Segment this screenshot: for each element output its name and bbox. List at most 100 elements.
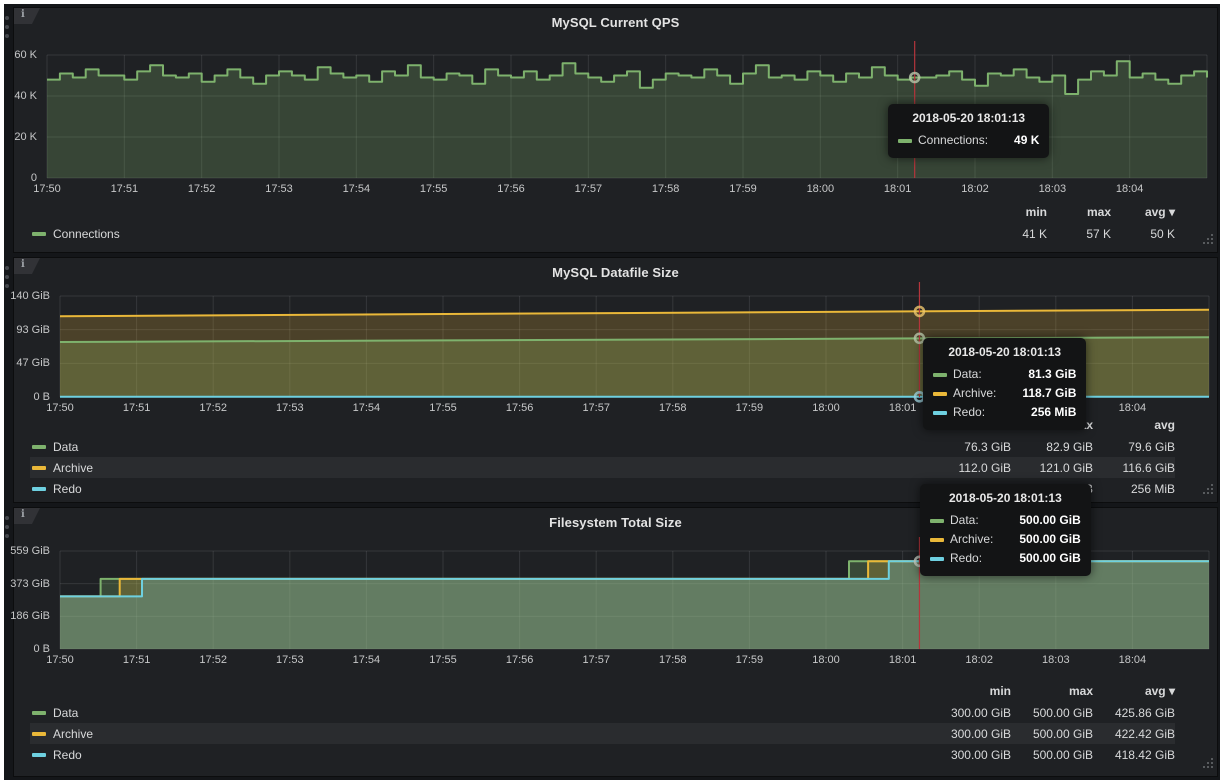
legend-max-value: 500.00 GiB xyxy=(1011,748,1093,762)
legend-row: Connections41 K57 K50 K xyxy=(30,223,1175,244)
series-color-dash-icon xyxy=(933,392,947,396)
tooltip-series-value: 256 MiB xyxy=(1031,403,1076,422)
series-color-dash-icon xyxy=(32,711,46,715)
legend-row: Data300.00 GiB500.00 GiB425.86 GiB xyxy=(30,702,1175,723)
legend-sort-header[interactable]: min xyxy=(983,205,1047,219)
x-tick-label: 17:51 xyxy=(111,183,139,195)
legend: minmaxavg ▾Data300.00 GiB500.00 GiB425.8… xyxy=(30,684,1175,765)
x-tick-label: 17:55 xyxy=(420,183,448,195)
x-tick-label: 17:52 xyxy=(188,183,216,195)
legend-avg-value: 79.6 GiB xyxy=(1093,440,1175,454)
x-tick-label: 17:56 xyxy=(506,402,534,414)
x-tick-label: 17:53 xyxy=(276,654,304,666)
series-color-dash-icon xyxy=(933,411,947,415)
legend-row: Data76.3 GiB82.9 GiB79.6 GiB xyxy=(30,436,1175,457)
x-tick-label: 18:00 xyxy=(812,654,840,666)
x-tick-label: 18:02 xyxy=(965,654,993,666)
y-tick-label: 559 GiB xyxy=(9,545,50,557)
series-color-dash-icon xyxy=(32,445,46,449)
x-tick-label: 18:03 xyxy=(1042,654,1070,666)
x-tick-label: 18:00 xyxy=(812,402,840,414)
y-tick-label: 20 K xyxy=(9,131,37,143)
panel-title[interactable]: MySQL Datafile Size xyxy=(14,265,1217,280)
legend-sort-header[interactable]: avg ▾ xyxy=(1111,205,1175,219)
legend-avg-value: 116.6 GiB xyxy=(1093,461,1175,475)
legend-sort-header[interactable]: max xyxy=(1047,205,1111,219)
y-tick-label: 0 B xyxy=(9,643,50,655)
x-tick-label: 17:57 xyxy=(582,402,610,414)
tooltip-series-value: 81.3 GiB xyxy=(1028,365,1076,384)
x-tick-label: 17:50 xyxy=(46,654,74,666)
tooltip-series-row: Redo: 256 MiB xyxy=(933,403,1076,422)
legend-series-toggle[interactable]: Archive xyxy=(32,727,93,741)
legend-min-value: 41 K xyxy=(983,227,1047,241)
resize-handle-icon[interactable] xyxy=(1202,756,1214,774)
tooltip-timestamp: 2018-05-20 18:01:13 xyxy=(933,345,1076,365)
grafana-dashboard: i MySQL Current QPS 60 K40 K20 K0 17:501… xyxy=(4,4,1220,780)
legend-avg-value: 422.42 GiB xyxy=(1093,727,1175,741)
tooltip-series-name: Data: xyxy=(950,511,979,530)
tooltip-series-value: 49 K xyxy=(1014,131,1039,150)
x-tick-label: 17:58 xyxy=(659,402,687,414)
legend-max-value: 82.9 GiB xyxy=(1011,440,1093,454)
series-color-dash-icon xyxy=(32,753,46,757)
legend-sort-header[interactable]: min xyxy=(929,684,1011,698)
x-tick-label: 17:55 xyxy=(429,402,457,414)
tooltip-series-value: 500.00 GiB xyxy=(1019,511,1080,530)
x-tick-label: 17:50 xyxy=(33,183,61,195)
legend-max-value: 500.00 GiB xyxy=(1011,727,1093,741)
legend-sort-header[interactable]: avg ▾ xyxy=(1093,684,1175,698)
row-drag-handle[interactable] xyxy=(5,516,9,546)
legend-series-toggle[interactable]: Data xyxy=(32,706,78,720)
resize-handle-icon[interactable] xyxy=(1202,482,1214,500)
x-tick-label: 17:57 xyxy=(582,654,610,666)
legend-avg-value: 256 MiB xyxy=(1093,482,1175,496)
legend-max-value: 500.00 GiB xyxy=(1011,706,1093,720)
tooltip-series-value: 500.00 GiB xyxy=(1019,549,1080,568)
row-drag-handle[interactable] xyxy=(5,16,9,46)
resize-handle-icon[interactable] xyxy=(1202,232,1214,250)
series-color-dash-icon xyxy=(32,232,46,236)
x-tick-label: 17:51 xyxy=(123,654,151,666)
legend-avg-value: 425.86 GiB xyxy=(1093,706,1175,720)
x-tick-label: 17:51 xyxy=(123,402,151,414)
legend-sort-header[interactable]: avg xyxy=(1093,418,1175,432)
panel-title[interactable]: MySQL Current QPS xyxy=(14,15,1217,30)
tooltip-series-row: Redo:500.00 GiB xyxy=(930,549,1081,568)
series-color-dash-icon xyxy=(930,519,944,523)
x-tick-label: 18:02 xyxy=(961,183,989,195)
x-axis-labels: 17:5017:5117:5217:5317:5417:5517:5617:57… xyxy=(60,654,1209,668)
x-tick-label: 17:59 xyxy=(736,402,764,414)
x-tick-label: 18:01 xyxy=(889,402,917,414)
legend-series-toggle[interactable]: Redo xyxy=(32,748,82,762)
legend-max-value: 57 K xyxy=(1047,227,1111,241)
legend-series-toggle[interactable]: Archive xyxy=(32,461,93,475)
series-color-dash-icon xyxy=(933,373,947,377)
legend-series-toggle[interactable]: Data xyxy=(32,440,78,454)
tooltip-series-row: Archive:500.00 GiB xyxy=(930,530,1081,549)
x-tick-label: 18:04 xyxy=(1119,402,1147,414)
legend-header-row: minmaxavg ▾ xyxy=(30,684,1175,702)
x-tick-label: 17:54 xyxy=(343,183,371,195)
tooltip-series-name: Archive: xyxy=(950,530,993,549)
tooltip-series-name: Archive: xyxy=(953,384,996,403)
x-tick-label: 18:01 xyxy=(884,183,912,195)
x-axis-labels: 17:5017:5117:5217:5317:5417:5517:5617:57… xyxy=(47,183,1207,197)
x-tick-label: 17:58 xyxy=(659,654,687,666)
series-color-dash-icon xyxy=(930,538,944,542)
series-color-dash-icon xyxy=(32,487,46,491)
legend-series-toggle[interactable]: Connections xyxy=(32,227,120,241)
legend-sort-header[interactable]: max xyxy=(1011,684,1093,698)
x-tick-label: 17:53 xyxy=(265,183,293,195)
tooltip-series-name: Redo: xyxy=(953,403,985,422)
legend-min-value: 300.00 GiB xyxy=(929,748,1011,762)
x-tick-label: 18:00 xyxy=(807,183,835,195)
legend-series-toggle[interactable]: Redo xyxy=(32,482,82,496)
tooltip-series-row: Archive: 118.7 GiB xyxy=(933,384,1076,403)
x-tick-label: 17:54 xyxy=(353,654,381,666)
tooltip-series-value: 118.7 GiB xyxy=(1022,384,1076,403)
series-color-dash-icon xyxy=(930,557,944,561)
y-tick-label: 40 K xyxy=(9,90,37,102)
y-tick-label: 373 GiB xyxy=(9,578,50,590)
legend-avg-value: 418.42 GiB xyxy=(1093,748,1175,762)
